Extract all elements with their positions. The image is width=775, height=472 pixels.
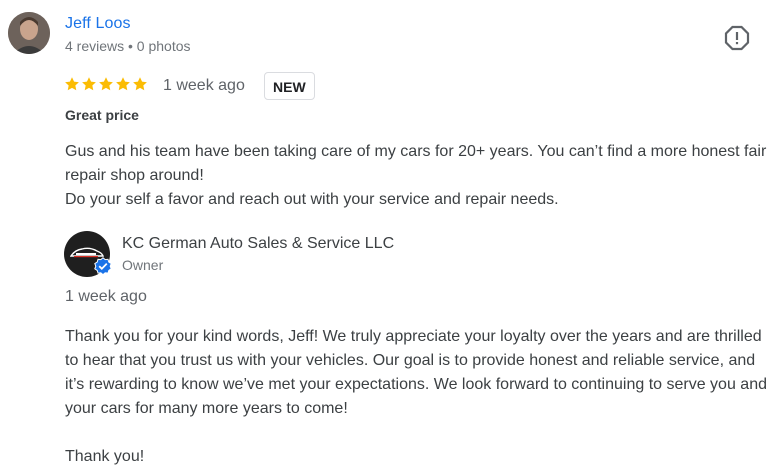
review-subtitle: Great price: [65, 107, 139, 123]
owner-reply-text: Thank you for your kind words, Jeff! We …: [65, 325, 771, 469]
report-review-button[interactable]: [724, 25, 750, 51]
report-flag-icon: [724, 25, 750, 51]
verified-check-icon: [94, 257, 112, 275]
star-icon: [65, 77, 79, 91]
reply-paragraph: Thank you for your kind words, Jeff! We …: [65, 328, 767, 417]
owner-name[interactable]: KC German Auto Sales & Service LLC: [122, 235, 394, 253]
review-date: 1 week ago: [163, 77, 245, 94]
review-text: Gus and his team have been taking care o…: [65, 140, 770, 212]
star-icon: [99, 77, 113, 91]
review-text-line: Gus and his team have been taking care o…: [65, 143, 767, 184]
reply-date: 1 week ago: [65, 288, 147, 305]
reviewer-meta: 4 reviews • 0 photos: [65, 38, 191, 54]
star-icon: [82, 77, 96, 91]
star-icon: [116, 77, 130, 91]
reviewer-avatar[interactable]: [8, 12, 50, 54]
review-text-line: Do your self a favor and reach out with …: [65, 191, 559, 208]
star-icon: [133, 77, 147, 91]
new-badge: NEW: [264, 72, 315, 100]
owner-role: Owner: [122, 257, 164, 273]
star-rating: [64, 76, 148, 96]
reply-closing: Thank you!: [65, 448, 145, 465]
reviewer-name[interactable]: Jeff Loos: [65, 15, 131, 33]
review-card: Jeff Loos 4 reviews • 0 photos 1 week ag…: [0, 0, 775, 472]
